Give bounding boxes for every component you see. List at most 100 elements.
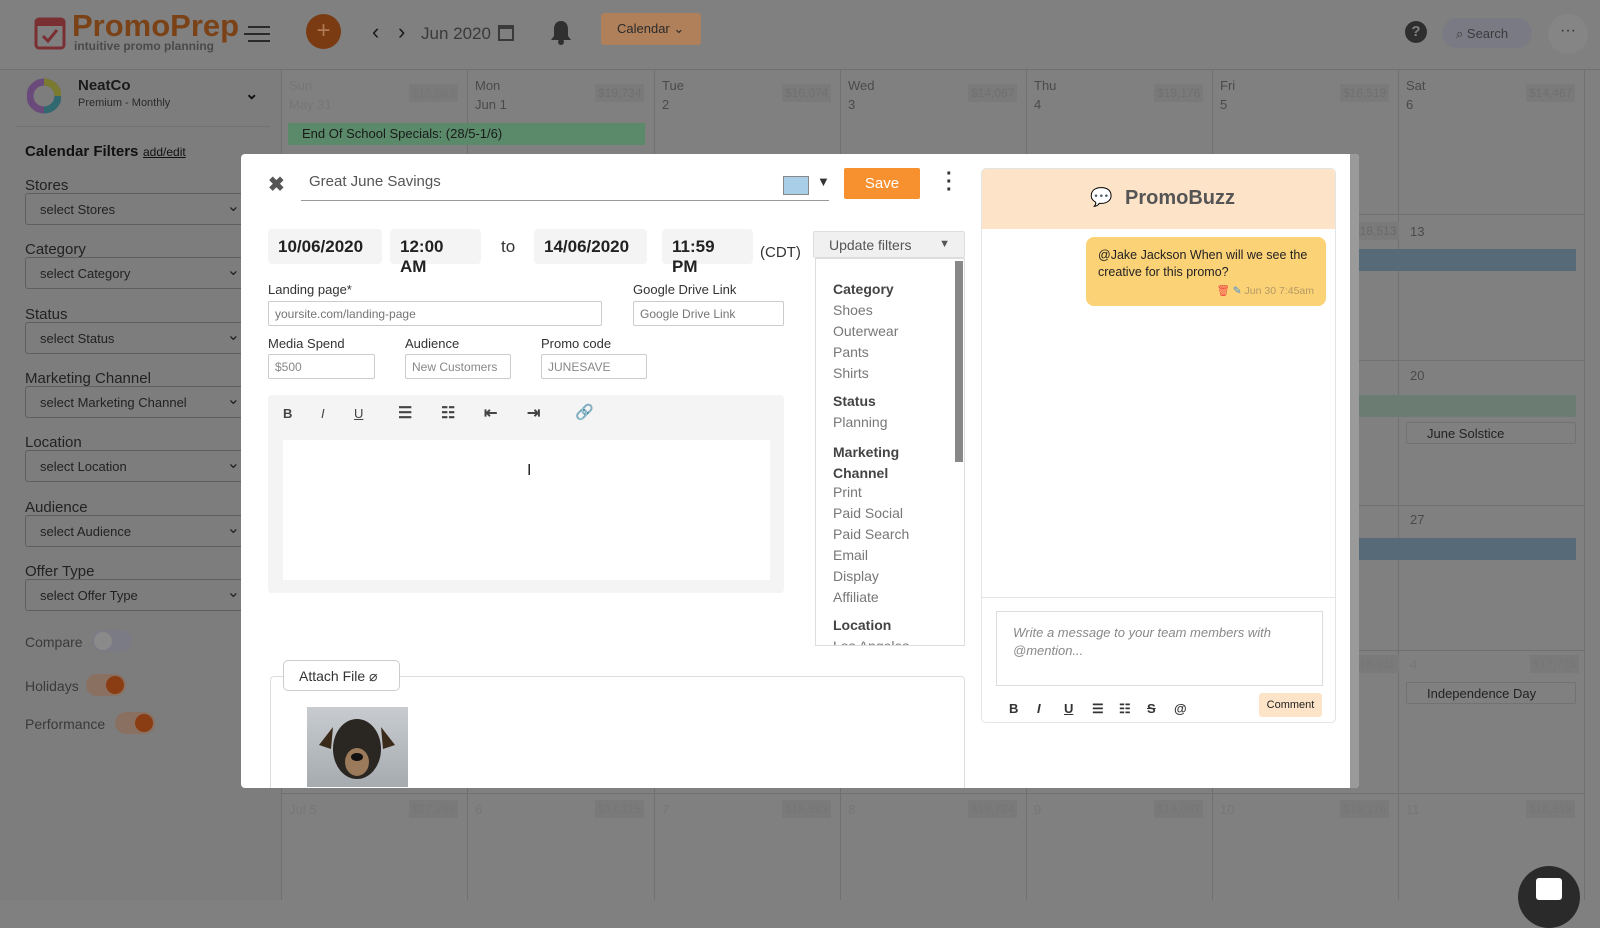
prev-month-icon[interactable]: ‹ xyxy=(372,19,379,45)
day-amount: $15,583 xyxy=(782,800,832,818)
underline-button[interactable]: U xyxy=(354,406,363,421)
editor-content-area[interactable]: I xyxy=(283,440,770,580)
holidays-toggle[interactable] xyxy=(86,674,126,696)
amount-row5-sat: $17,715 xyxy=(1530,655,1580,673)
more-options-icon[interactable]: ··· xyxy=(946,164,953,200)
holiday-independence-day[interactable]: Independence Day xyxy=(1406,682,1576,704)
chat-bullet-list-icon[interactable]: ☰ xyxy=(1092,701,1104,717)
save-button[interactable]: Save xyxy=(844,168,920,199)
edit-message-icon[interactable]: ✎ xyxy=(1233,285,1242,297)
filters-title: Calendar Filters xyxy=(25,143,139,160)
filter-option[interactable]: Shirts xyxy=(833,365,869,381)
numbered-list-icon[interactable]: ☷ xyxy=(441,403,455,423)
bullet-list-icon[interactable]: ☰ xyxy=(398,403,412,423)
divider xyxy=(982,597,1335,598)
event-bar-row3[interactable] xyxy=(1340,395,1576,417)
chat-italic-button[interactable]: I xyxy=(1037,701,1041,716)
filters-list-scrollbar[interactable] xyxy=(955,261,963,462)
chat-underline-button[interactable]: U xyxy=(1064,701,1073,716)
start-date-input[interactable]: 10/06/2020 xyxy=(268,229,382,264)
end-time-input[interactable]: 11:59 PM xyxy=(662,229,753,276)
date-jul-4: 4 xyxy=(1410,657,1418,672)
landing-page-input[interactable] xyxy=(268,301,602,326)
google-drive-label: Google Drive Link xyxy=(633,282,737,297)
close-icon[interactable]: ✖ xyxy=(268,172,285,197)
start-time-input[interactable]: 12:00 AM xyxy=(390,229,481,276)
filter-option[interactable]: Pants xyxy=(833,344,869,360)
caret-down-icon: ▼ xyxy=(939,238,950,250)
bell-icon[interactable] xyxy=(549,19,573,45)
italic-button[interactable]: I xyxy=(321,406,325,421)
promo-title-input[interactable]: Great June Savings ▼ xyxy=(301,165,830,201)
event-bar-row4[interactable]: ) xyxy=(1340,538,1576,560)
view-select-button[interactable]: Calendar ⌄ xyxy=(601,13,701,45)
filter-option[interactable]: Paid Search xyxy=(833,526,909,542)
day-name: Fri xyxy=(1220,78,1236,93)
account-chevron-down-icon[interactable]: ⌄ xyxy=(245,84,258,104)
current-month[interactable]: Jun 2020 xyxy=(421,24,491,44)
filter-option[interactable]: Los Angeles xyxy=(833,638,909,645)
comment-button[interactable]: Comment xyxy=(1259,693,1322,717)
filter-option[interactable]: Print xyxy=(833,484,862,500)
chat-launcher-button[interactable] xyxy=(1518,866,1580,928)
google-drive-input[interactable] xyxy=(633,301,784,326)
modal-scrollbar[interactable] xyxy=(1350,154,1359,788)
filter-select[interactable]: select Marketing Channel xyxy=(25,385,247,418)
media-spend-input[interactable]: $500 xyxy=(268,354,375,379)
color-swatch[interactable] xyxy=(783,176,809,195)
day-date: 2 xyxy=(662,97,670,112)
filter-option[interactable]: Shoes xyxy=(833,302,873,318)
attachment-thumbnail-dog[interactable] xyxy=(307,707,408,787)
filter-option[interactable]: Outerwear xyxy=(833,323,898,339)
filter-select[interactable]: select Category xyxy=(25,257,247,290)
help-icon[interactable]: ? xyxy=(1405,21,1427,43)
next-month-icon[interactable]: › xyxy=(398,19,405,45)
update-filters-dropdown[interactable]: Update filters ▼ xyxy=(813,231,965,258)
comments-icon: 💬 xyxy=(1090,187,1113,207)
day-amount: $19,176 xyxy=(1340,800,1390,818)
end-date-input[interactable]: 14/06/2020 xyxy=(534,229,647,264)
outdent-icon[interactable]: ⇤ xyxy=(484,403,497,423)
promo-code-input[interactable]: JUNESAVE xyxy=(541,354,647,379)
more-options-icon[interactable]: ··· xyxy=(1548,14,1588,54)
promo-title-value: Great June Savings xyxy=(309,173,441,190)
holiday-june-solstice[interactable]: June Solstice xyxy=(1406,422,1576,444)
filter-option[interactable]: Planning xyxy=(833,414,888,430)
bold-button[interactable]: B xyxy=(283,406,292,421)
color-dropdown-arrow-icon[interactable]: ▼ xyxy=(817,174,830,189)
filter-select[interactable]: select Audience xyxy=(25,514,247,547)
account-logo xyxy=(27,78,61,114)
hamburger-menu-icon[interactable] xyxy=(244,22,270,42)
filter-option[interactable]: Affiliate xyxy=(833,589,879,605)
day-date: 3 xyxy=(848,97,856,112)
chat-numbered-list-icon[interactable]: ☷ xyxy=(1119,701,1131,717)
date-27: 27 xyxy=(1410,512,1425,527)
filter-select[interactable]: select Location xyxy=(25,450,247,483)
filter-select[interactable]: select Stores xyxy=(25,193,247,225)
filter-option[interactable]: Display xyxy=(833,568,879,584)
filter-option[interactable]: Email xyxy=(833,547,868,563)
filters-edit-link[interactable]: add/edit xyxy=(143,145,186,159)
chat-bold-button[interactable]: B xyxy=(1009,701,1018,716)
link-icon[interactable]: 🔗 xyxy=(575,403,594,421)
chat-message-input[interactable]: Write a message to your team members wit… xyxy=(996,611,1323,686)
event-end-of-school-specials[interactable]: End Of School Specials: (28/5-1/6) xyxy=(288,123,645,145)
audience-input[interactable]: New Customers xyxy=(405,354,511,379)
filter-select[interactable]: select Offer Type xyxy=(25,578,247,611)
attach-file-button[interactable]: Attach File ⌀ xyxy=(283,660,400,691)
day-amount: $16,074 xyxy=(782,84,832,102)
indent-icon[interactable]: ⇥ xyxy=(527,403,540,423)
chat-mention-button[interactable]: @ xyxy=(1174,701,1187,716)
delete-message-icon[interactable]: 🗑 xyxy=(1217,285,1230,297)
filter-option[interactable]: Paid Social xyxy=(833,505,903,521)
calendar-picker-icon[interactable] xyxy=(498,25,514,41)
compare-toggle[interactable] xyxy=(92,630,132,652)
add-promo-button[interactable]: + xyxy=(306,14,341,49)
filter-select[interactable]: select Status xyxy=(25,321,247,354)
search-button[interactable]: ⌕ Search xyxy=(1442,18,1532,48)
day-name: Sat xyxy=(1406,78,1426,93)
chat-strikethrough-button[interactable]: S xyxy=(1147,701,1156,716)
event-bar-row2[interactable] xyxy=(1340,249,1576,271)
app-tagline: intuitive promo planning xyxy=(74,39,214,53)
performance-toggle[interactable] xyxy=(115,712,155,734)
